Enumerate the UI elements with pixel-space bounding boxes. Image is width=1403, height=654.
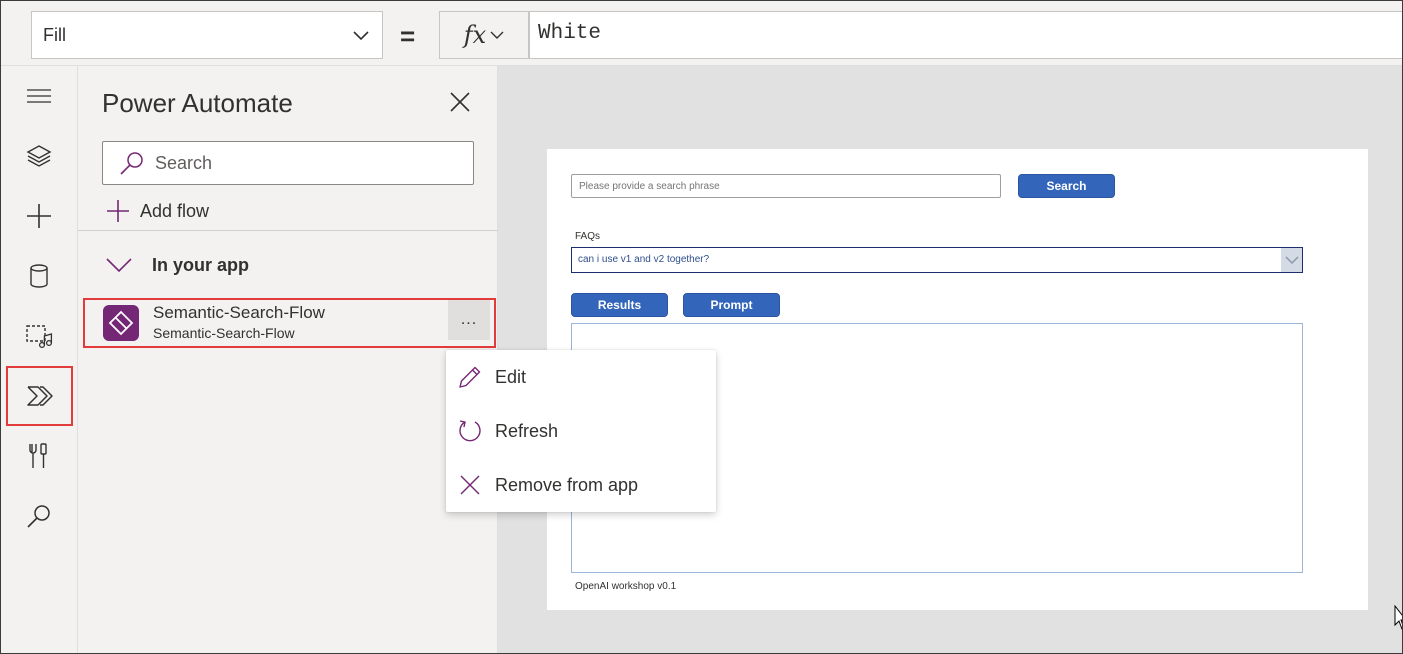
chevron-down-icon: [490, 31, 504, 39]
flow-search-input[interactable]: [155, 152, 455, 174]
rail-power-automate-button[interactable]: [6, 366, 73, 426]
database-icon: [29, 264, 48, 288]
power-automate-panel: Power Automate Add flow In your app: [78, 66, 498, 653]
app-footer: OpenAI workshop v0.1: [575, 581, 677, 592]
formula-input[interactable]: White: [529, 11, 1402, 59]
rail-media-button[interactable]: [1, 308, 76, 364]
add-flow-button[interactable]: Add flow: [106, 196, 209, 226]
menu-item-remove[interactable]: Remove from app: [446, 460, 716, 510]
section-in-your-app[interactable]: In your app: [106, 250, 249, 280]
formula-bar: Fill = fx White: [1, 1, 1402, 66]
fx-button[interactable]: fx: [439, 11, 529, 59]
menu-item-refresh[interactable]: Refresh: [446, 406, 716, 456]
close-icon[interactable]: [448, 90, 472, 114]
flow-logo-icon: [108, 310, 134, 336]
menu-item-label: Remove from app: [495, 474, 639, 495]
menu-item-edit[interactable]: Edit: [446, 352, 716, 402]
rail-tree-view-button[interactable]: [1, 128, 76, 184]
layers-icon: [26, 145, 51, 167]
media-icon: [25, 325, 52, 349]
power-automate-logo: [103, 305, 139, 341]
search-icon: [120, 152, 143, 175]
power-automate-icon: [26, 386, 53, 406]
flow-subtitle: Semantic-Search-Flow: [153, 325, 295, 341]
close-icon: [460, 475, 480, 495]
refresh-icon: [459, 420, 481, 442]
flow-context-menu: Edit Refresh Remove from app: [446, 350, 716, 512]
pencil-icon: [459, 366, 481, 388]
property-dropdown[interactable]: Fill: [31, 11, 383, 59]
app-search-button[interactable]: Search: [1018, 174, 1115, 198]
rail-data-button[interactable]: [1, 248, 76, 304]
dropdown-arrow[interactable]: [1281, 248, 1302, 272]
mouse-cursor-icon: [1394, 605, 1402, 630]
plus-icon: [26, 204, 51, 228]
more-options-button[interactable]: ...: [448, 300, 490, 340]
faq-selected-value: can i use v1 and v2 together?: [578, 254, 710, 265]
rail-search-button[interactable]: [1, 488, 76, 544]
add-flow-label: Add flow: [140, 200, 210, 221]
rail-insert-button[interactable]: [1, 188, 76, 244]
chevron-down-icon: [106, 258, 132, 273]
search-icon: [26, 505, 50, 528]
section-label: In your app: [152, 254, 250, 275]
menu-item-label: Edit: [495, 366, 527, 387]
left-rail: [1, 66, 78, 653]
panel-title: Power Automate: [102, 88, 293, 118]
results-button[interactable]: Results: [571, 293, 668, 317]
tools-icon: [28, 443, 47, 468]
flow-search-box[interactable]: [102, 141, 474, 185]
menu-item-label: Refresh: [495, 420, 559, 441]
flow-name: Semantic-Search-Flow: [153, 303, 325, 322]
app-frame: Fill = fx White Power Automate Search Ad…: [0, 0, 1403, 654]
property-value: Fill: [43, 24, 66, 45]
hamburger-icon: [26, 89, 51, 103]
chevron-down-icon: [1284, 256, 1299, 265]
prompt-button[interactable]: Prompt: [683, 293, 780, 317]
plus-icon: [107, 200, 129, 222]
fx-label: fx: [463, 21, 487, 49]
flow-item[interactable]: Semantic-Search-Flow Semantic-Search-Flo…: [83, 298, 496, 348]
chevron-down-icon: [353, 31, 369, 41]
faqs-label: FAQs: [575, 231, 601, 242]
faq-dropdown[interactable]: can i use v1 and v2 together?: [571, 247, 1303, 273]
app-search-input[interactable]: [571, 174, 1001, 198]
equals-sign: =: [400, 21, 416, 51]
divider: [78, 230, 498, 231]
rail-hamburger-button[interactable]: [1, 68, 76, 124]
rail-tools-button[interactable]: [1, 428, 76, 484]
